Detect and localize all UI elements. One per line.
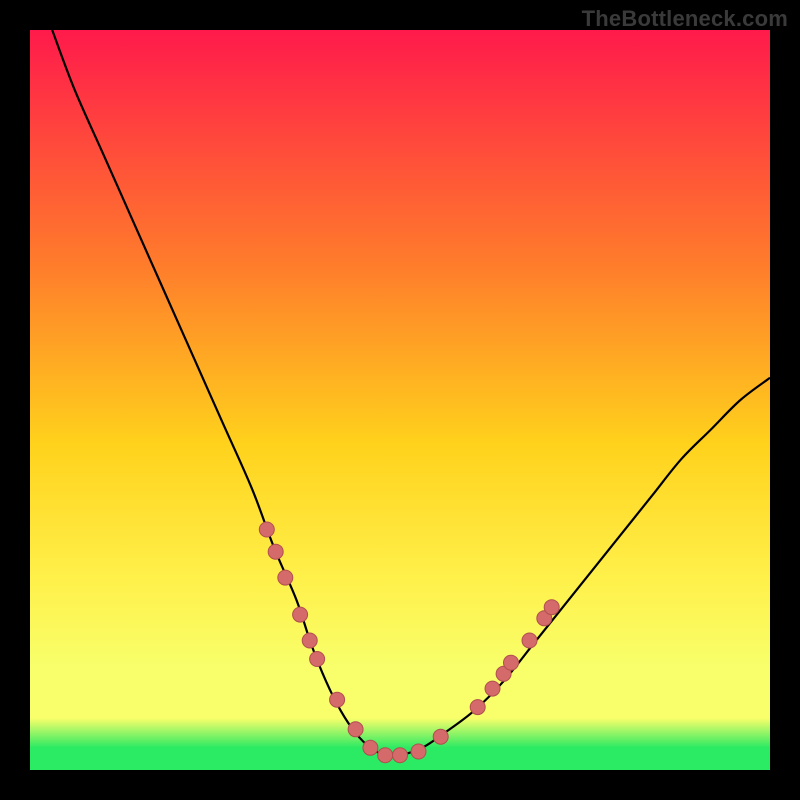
curve-marker (293, 607, 308, 622)
curve-marker (363, 740, 378, 755)
curve-markers (259, 522, 559, 763)
curve-marker (393, 748, 408, 763)
curve-marker (310, 652, 325, 667)
chart-frame: TheBottleneck.com (0, 0, 800, 800)
curve-marker (348, 722, 363, 737)
curve-marker (544, 600, 559, 615)
curve-marker (470, 700, 485, 715)
bottleneck-curve (52, 30, 770, 756)
curve-marker (302, 633, 317, 648)
curve-marker (330, 692, 345, 707)
curve-marker (378, 748, 393, 763)
watermark-text: TheBottleneck.com (582, 6, 788, 32)
chart-plot-area (30, 30, 770, 770)
curve-marker (522, 633, 537, 648)
curve-marker (411, 744, 426, 759)
curve-marker (433, 729, 448, 744)
curve-marker (485, 681, 500, 696)
curve-marker (278, 570, 293, 585)
curve-marker (504, 655, 519, 670)
curve-marker (268, 544, 283, 559)
curve-marker (259, 522, 274, 537)
chart-svg (30, 30, 770, 770)
